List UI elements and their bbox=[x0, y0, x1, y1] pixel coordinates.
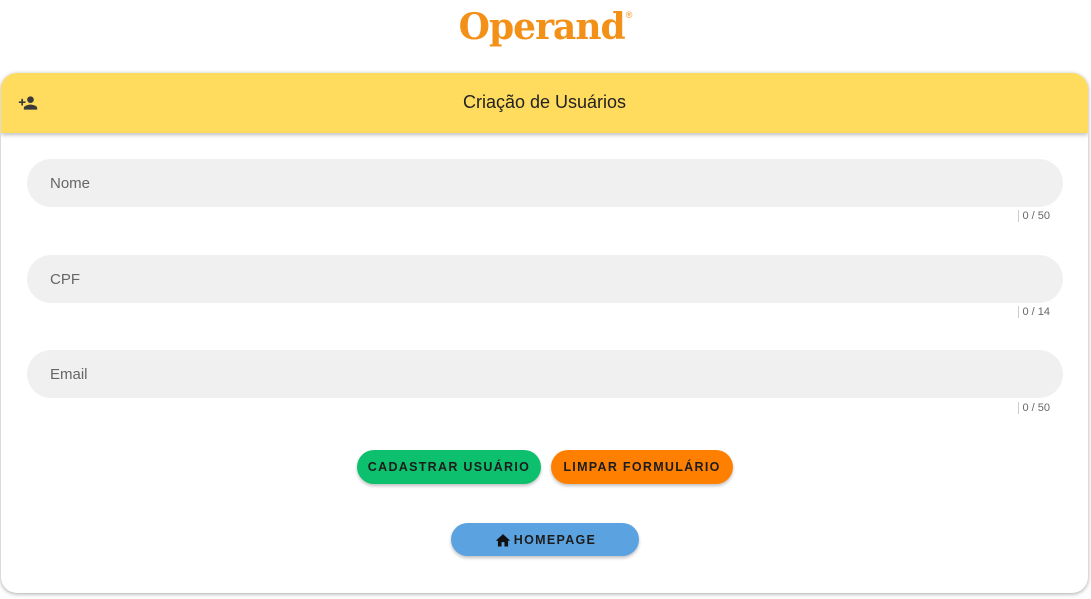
homepage-button[interactable]: HOMEPAGE bbox=[451, 523, 639, 556]
homepage-label: HOMEPAGE bbox=[513, 532, 597, 547]
nome-field bbox=[27, 159, 1063, 207]
page-title: Criação de Usuários bbox=[462, 92, 627, 112]
cpf-field bbox=[27, 255, 1063, 303]
register-user-label: CADASTRAR USUÁRIO bbox=[367, 460, 531, 474]
nome-counter: 0 / 50 bbox=[1018, 210, 1050, 222]
card-header: Criação de Usuários bbox=[1, 73, 1088, 133]
logo-text: Operand bbox=[458, 6, 626, 48]
email-counter: 0 / 50 bbox=[1018, 402, 1050, 414]
registered-mark: ® bbox=[625, 10, 633, 20]
cpf-counter: 0 / 14 bbox=[1018, 306, 1050, 318]
operand-logo: Operand® bbox=[0, 6, 1091, 48]
register-user-button[interactable]: CADASTRAR USUÁRIO bbox=[357, 450, 541, 484]
nome-input[interactable] bbox=[27, 159, 1063, 207]
email-field bbox=[27, 350, 1063, 398]
user-creation-card: Criação de Usuários 0 / 50 0 / 14 0 / 50… bbox=[1, 73, 1088, 593]
clear-form-button[interactable]: LIMPAR FORMULÁRIO bbox=[551, 450, 733, 484]
cpf-input[interactable] bbox=[27, 255, 1063, 303]
email-input[interactable] bbox=[27, 350, 1063, 398]
home-icon bbox=[495, 533, 511, 547]
clear-form-label: LIMPAR FORMULÁRIO bbox=[563, 460, 721, 474]
